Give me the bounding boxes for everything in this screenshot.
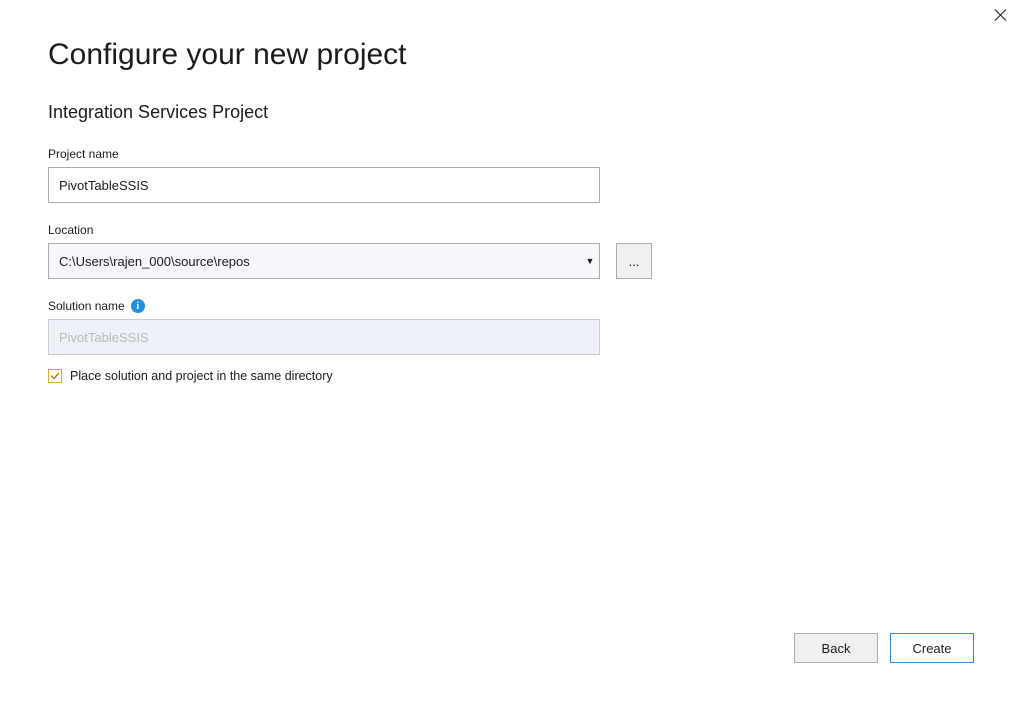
project-name-input[interactable] bbox=[48, 167, 600, 203]
solution-name-group: Solution name i PivotTableSSIS Place sol… bbox=[48, 299, 972, 383]
checkmark-icon bbox=[50, 371, 60, 381]
page-title: Configure your new project bbox=[48, 38, 972, 72]
same-directory-label: Place solution and project in the same d… bbox=[70, 369, 333, 383]
browse-button[interactable]: ... bbox=[616, 243, 652, 279]
solution-name-input: PivotTableSSIS bbox=[48, 319, 600, 355]
footer-buttons: Back Create bbox=[794, 633, 974, 663]
create-button[interactable]: Create bbox=[890, 633, 974, 663]
same-directory-checkbox[interactable] bbox=[48, 369, 62, 383]
project-name-group: Project name bbox=[48, 147, 972, 203]
back-button-label: Back bbox=[822, 641, 851, 656]
solution-name-value: PivotTableSSIS bbox=[59, 330, 149, 345]
location-row: C:\Users\rajen_000\source\repos ▼ ... bbox=[48, 243, 972, 279]
solution-name-label: Solution name bbox=[48, 299, 125, 313]
location-value: C:\Users\rajen_000\source\repos bbox=[49, 254, 581, 269]
back-button[interactable]: Back bbox=[794, 633, 878, 663]
chevron-down-icon: ▼ bbox=[581, 256, 599, 266]
dialog-content: Configure your new project Integration S… bbox=[48, 38, 972, 403]
close-icon[interactable] bbox=[994, 8, 1008, 22]
browse-button-label: ... bbox=[629, 254, 640, 269]
location-label: Location bbox=[48, 223, 972, 237]
project-name-label: Project name bbox=[48, 147, 972, 161]
location-combo[interactable]: C:\Users\rajen_000\source\repos ▼ bbox=[48, 243, 600, 279]
create-button-label: Create bbox=[912, 641, 951, 656]
project-template-subtitle: Integration Services Project bbox=[48, 102, 972, 123]
location-group: Location C:\Users\rajen_000\source\repos… bbox=[48, 223, 972, 279]
same-directory-checkbox-row[interactable]: Place solution and project in the same d… bbox=[48, 369, 972, 383]
info-icon[interactable]: i bbox=[131, 299, 145, 313]
